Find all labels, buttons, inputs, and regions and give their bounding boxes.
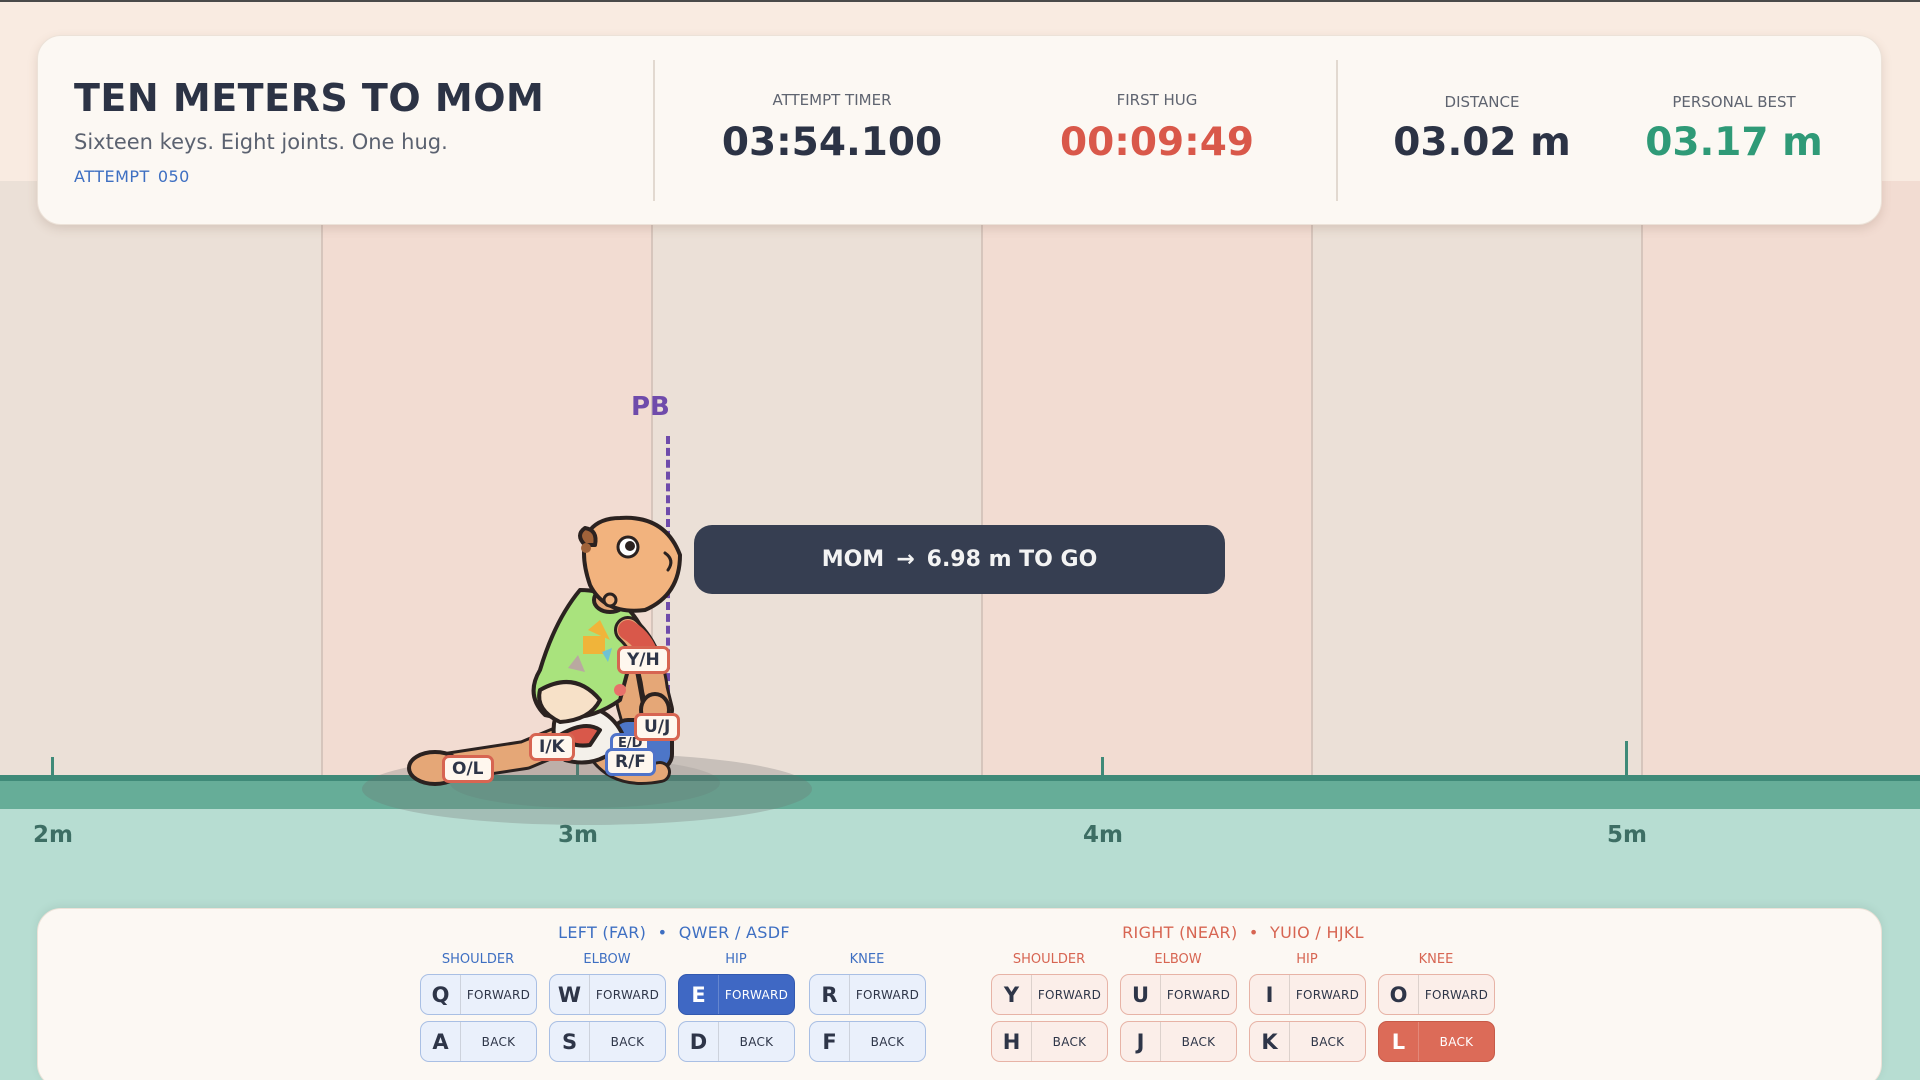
left-keys-hint: QWER / ASDF (678, 923, 790, 942)
key-action-label: BACK (1310, 1034, 1345, 1049)
key-cap: J (1121, 1022, 1161, 1061)
key-action-label: FORWARD (595, 987, 660, 1002)
key-q-left-shoulder-forward-button[interactable]: Q FORWARD (420, 974, 537, 1015)
left-group-name: LEFT (FAR) (558, 923, 647, 942)
joint-tag-right-shoulder: Y/H (617, 646, 670, 674)
key-action-label: BACK (739, 1034, 774, 1049)
attempt-timer-value: 03:54.100 (721, 120, 943, 165)
personal-best-label: PERSONAL BEST (1672, 93, 1796, 111)
key-cap: U (1121, 975, 1161, 1014)
key-cap: L (1379, 1022, 1419, 1061)
attempt-timer-label: ATTEMPT TIMER (772, 91, 892, 109)
hud-divider (1336, 60, 1338, 201)
key-cap: F (810, 1022, 850, 1061)
left-col-label-knee: KNEE (849, 952, 885, 967)
key-e-left-hip-forward-button[interactable]: E FORWARD (678, 974, 795, 1015)
key-s-left-elbow-back-button[interactable]: S BACK (549, 1021, 666, 1062)
mom-distance-banner: MOM → 6.98 m TO GO (694, 525, 1225, 594)
key-action-label: FORWARD (1037, 987, 1102, 1002)
key-action-label: FORWARD (724, 987, 789, 1002)
right-col-label-shoulder: SHOULDER (1012, 952, 1086, 967)
separator-dot: • (657, 923, 668, 942)
personal-best-value: 03.17 m (1645, 120, 1823, 165)
key-action-label: FORWARD (1166, 987, 1231, 1002)
hud-panel: TEN METERS TO MOM Sixteen keys. Eight jo… (37, 35, 1882, 225)
joint-tag-right-knee: O/L (442, 755, 494, 783)
joint-tag-right-hip: I/K (529, 733, 575, 761)
key-u-right-elbow-forward-button[interactable]: U FORWARD (1120, 974, 1237, 1015)
key-cap: O (1379, 975, 1419, 1014)
key-f-left-knee-back-button[interactable]: F BACK (809, 1021, 926, 1062)
key-cap: D (679, 1022, 719, 1061)
left-col-label-hip: HIP (725, 952, 747, 967)
distance-label: DISTANCE (1444, 93, 1520, 111)
key-action-label: BACK (1052, 1034, 1087, 1049)
key-action-label: FORWARD (466, 987, 531, 1002)
attempt-label: ATTEMPT (74, 167, 150, 186)
key-a-left-shoulder-back-button[interactable]: A BACK (420, 1021, 537, 1062)
key-cap: E (679, 975, 719, 1014)
right-col-label-elbow: ELBOW (1154, 952, 1202, 967)
hud-divider (653, 60, 655, 201)
first-hug-label: FIRST HUG (1116, 91, 1198, 109)
key-y-right-shoulder-forward-button[interactable]: Y FORWARD (991, 974, 1108, 1015)
key-cap: K (1250, 1022, 1290, 1061)
attempt-counter: ATTEMPT 050 (74, 167, 190, 186)
distance-value: 03.02 m (1393, 120, 1571, 165)
game-scene: 2m 3m 4m 5m PB Y/H E/D U/J I/K R/F O/L M… (0, 0, 1920, 1080)
key-cap: S (550, 1022, 590, 1061)
key-cap: W (550, 975, 590, 1014)
key-cap: I (1250, 975, 1290, 1014)
right-col-label-hip: HIP (1296, 952, 1318, 967)
key-cap: H (992, 1022, 1032, 1061)
key-i-right-hip-forward-button[interactable]: I FORWARD (1249, 974, 1366, 1015)
key-action-label: BACK (610, 1034, 645, 1049)
key-r-left-knee-forward-button[interactable]: R FORWARD (809, 974, 926, 1015)
banner-target: MOM (821, 547, 885, 572)
left-col-label-shoulder: SHOULDER (441, 952, 515, 967)
key-k-right-hip-back-button[interactable]: K BACK (1249, 1021, 1366, 1062)
key-l-right-knee-back-button[interactable]: L BACK (1378, 1021, 1495, 1062)
arrow-right-icon: → (896, 547, 915, 572)
key-action-label: BACK (481, 1034, 516, 1049)
controls-panel (37, 908, 1882, 1080)
right-controls-title: RIGHT (NEAR) • YUIO / HJKL (1122, 923, 1364, 942)
key-action-label: BACK (1181, 1034, 1216, 1049)
key-cap: A (421, 1022, 461, 1061)
key-action-label: FORWARD (855, 987, 920, 1002)
key-o-right-knee-forward-button[interactable]: O FORWARD (1378, 974, 1495, 1015)
right-keys-hint: YUIO / HJKL (1270, 923, 1364, 942)
left-controls-title: LEFT (FAR) • QWER / ASDF (558, 923, 790, 942)
joint-tag-left-knee: R/F (605, 748, 656, 776)
key-action-label: BACK (1439, 1034, 1474, 1049)
key-d-left-hip-back-button[interactable]: D BACK (678, 1021, 795, 1062)
first-hug-value: 00:09:49 (1059, 120, 1255, 165)
attempt-number: 050 (157, 167, 190, 186)
key-cap: Y (992, 975, 1032, 1014)
left-col-label-elbow: ELBOW (583, 952, 631, 967)
key-h-right-shoulder-back-button[interactable]: H BACK (991, 1021, 1108, 1062)
right-group-name: RIGHT (NEAR) (1122, 923, 1238, 942)
key-action-label: BACK (870, 1034, 905, 1049)
key-w-left-elbow-forward-button[interactable]: W FORWARD (549, 974, 666, 1015)
separator-dot: • (1248, 923, 1259, 942)
banner-remaining: 6.98 m TO GO (926, 547, 1098, 572)
key-cap: Q (421, 975, 461, 1014)
right-col-label-knee: KNEE (1418, 952, 1454, 967)
joint-tag-right-elbow: U/J (634, 713, 681, 741)
key-action-label: FORWARD (1295, 987, 1360, 1002)
game-subtitle: Sixteen keys. Eight joints. One hug. (74, 130, 448, 154)
key-action-label: FORWARD (1424, 987, 1489, 1002)
key-cap: R (810, 975, 850, 1014)
game-title: TEN METERS TO MOM (74, 76, 545, 120)
key-j-right-elbow-back-button[interactable]: J BACK (1120, 1021, 1237, 1062)
